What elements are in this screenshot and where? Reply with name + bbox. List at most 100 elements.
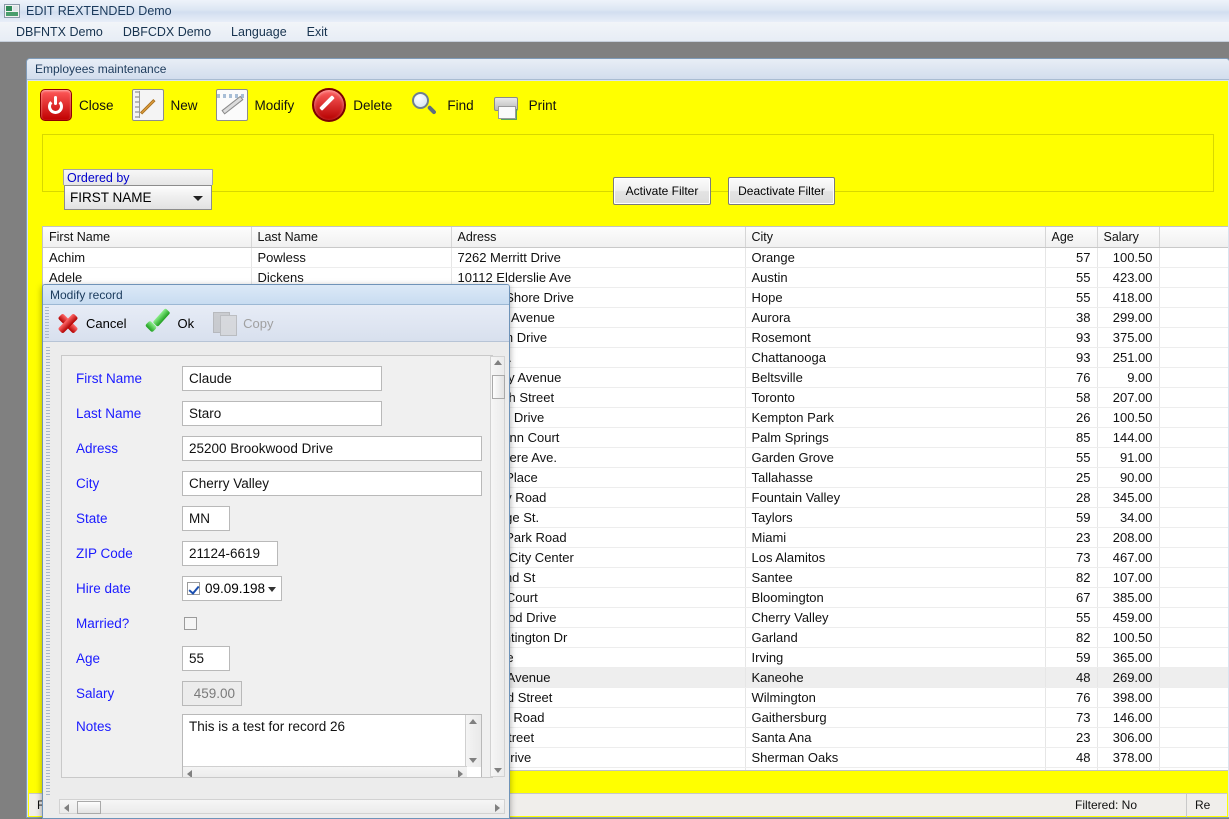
zip-code-field[interactable]: 21124-6619 <box>182 541 278 566</box>
cell-city: Sherman Oaks <box>745 747 1046 768</box>
cell-filler <box>1159 707 1228 728</box>
print-button[interactable]: Print <box>492 90 557 120</box>
menu-item-dbfcdx[interactable]: DBFCDX Demo <box>113 23 221 41</box>
copy-button-label: Copy <box>243 315 274 331</box>
menu-item-exit[interactable]: Exit <box>297 23 338 41</box>
cell-city: Taylors <box>745 507 1046 528</box>
hire-date-picker[interactable]: 09.09.198 <box>182 576 282 601</box>
column-header-age[interactable]: Age <box>1045 227 1098 248</box>
close-button[interactable]: Close <box>40 89 114 121</box>
cell-filler <box>1159 667 1228 688</box>
column-header-first-name[interactable]: First Name <box>43 227 252 248</box>
cell-city: Chattanooga <box>745 347 1046 368</box>
notes-textarea[interactable]: This is a test for record 26 <box>182 714 482 777</box>
activate-filter-button[interactable]: Activate Filter <box>613 177 711 205</box>
scrollbar-thumb[interactable] <box>492 375 505 399</box>
chevron-down-icon <box>193 196 203 201</box>
scroll-right-icon[interactable] <box>458 770 463 777</box>
cell-filler <box>1159 307 1228 328</box>
cell-salary: 467.00 <box>1097 547 1160 568</box>
cell-salary: 423.00 <box>1097 267 1160 288</box>
cell-filler <box>1159 287 1228 308</box>
state-field[interactable]: MN <box>182 506 230 531</box>
cell-salary: 90.00 <box>1097 467 1160 488</box>
cell-age: 57 <box>1045 247 1098 268</box>
dialog-horizontal-scrollbar[interactable] <box>59 799 505 814</box>
cell-age: 73 <box>1045 707 1098 728</box>
cell-age: 76 <box>1045 687 1098 708</box>
column-header-adress[interactable]: Adress <box>451 227 746 248</box>
scroll-left-icon[interactable] <box>64 804 69 812</box>
cell-city: Miami <box>745 527 1046 548</box>
notes-horizontal-scrollbar[interactable] <box>183 766 467 777</box>
married-checkbox[interactable] <box>184 617 197 630</box>
delete-button[interactable]: Delete <box>312 88 392 122</box>
age-field[interactable]: 55 <box>182 646 230 671</box>
print-button-label: Print <box>528 97 557 113</box>
column-header-last-name[interactable]: Last Name <box>251 227 452 248</box>
scroll-down-icon[interactable] <box>494 768 502 773</box>
chevron-down-icon[interactable] <box>268 587 276 592</box>
cell-salary: 100.50 <box>1097 627 1160 648</box>
cell-city: Orange <box>745 247 1046 268</box>
column-header-salary[interactable]: Salary <box>1097 227 1160 248</box>
scrollbar-thumb[interactable] <box>77 801 101 814</box>
scroll-up-icon[interactable] <box>469 719 477 724</box>
salary-label: Salary <box>76 686 115 701</box>
close-button-label: Close <box>79 97 114 113</box>
copy-button: Copy <box>212 311 274 336</box>
cell-city: Kaneohe <box>745 667 1046 688</box>
cell-city: Hope <box>745 287 1046 308</box>
cell-age: 82 <box>1045 627 1098 648</box>
first-name-field[interactable]: Claude <box>182 366 382 391</box>
cancel-button[interactable]: Cancel <box>55 311 126 335</box>
cell-city: Gaithersburg <box>745 707 1046 728</box>
deactivate-filter-button[interactable]: Deactivate Filter <box>728 177 835 205</box>
cell-filler <box>1159 487 1228 508</box>
cell-filler <box>1159 247 1228 268</box>
dialog-vertical-scrollbar[interactable] <box>490 356 505 777</box>
cell-salary: 378.00 <box>1097 747 1160 768</box>
ordered-by-dropdown[interactable]: FIRST NAME <box>64 185 212 210</box>
column-header-city[interactable]: City <box>745 227 1046 248</box>
cell-age: 55 <box>1045 607 1098 628</box>
notes-vertical-scrollbar[interactable] <box>465 715 481 767</box>
new-button[interactable]: New <box>131 89 198 121</box>
app-titlebar: EDIT REXTENDED Demo <box>0 0 1229 23</box>
last-name-field[interactable]: Staro <box>182 401 382 426</box>
scroll-up-icon[interactable] <box>494 360 502 365</box>
scroll-down-icon[interactable] <box>469 758 477 763</box>
cell-age: 55 <box>1045 267 1098 288</box>
cell-filler <box>1159 587 1228 608</box>
cell-salary: 146.00 <box>1097 707 1160 728</box>
cell-age: 23 <box>1045 527 1098 548</box>
cell-age: 76 <box>1045 367 1098 388</box>
scroll-right-icon[interactable] <box>495 804 500 812</box>
cell-filler <box>1159 387 1228 408</box>
cell-salary: 144.00 <box>1097 427 1160 448</box>
cell-city: Los Alamitos <box>745 547 1046 568</box>
cell-city: Toronto <box>745 387 1046 408</box>
table-row[interactable]: Achim Powless 7262 Merritt Drive Orange 57 10… <box>43 247 1228 268</box>
ok-button-label: Ok <box>177 315 195 331</box>
column-header-filler <box>1159 227 1228 248</box>
menu-item-dbfntx[interactable]: DBFNTX Demo <box>6 23 113 41</box>
cell-salary: 9.00 <box>1097 367 1160 388</box>
menu-item-language[interactable]: Language <box>221 23 297 41</box>
scroll-left-icon[interactable] <box>187 770 192 777</box>
cell-salary: 208.00 <box>1097 527 1160 548</box>
dialog-form: First Name Claude Last Name Staro Adress… <box>61 355 493 778</box>
adress-field[interactable]: 25200 Brookwood Drive <box>182 436 482 461</box>
cell-age: 55 <box>1045 287 1098 308</box>
cell-filler <box>1159 267 1228 288</box>
modify-button-label: Modify <box>254 97 295 113</box>
hire-date-checkbox[interactable] <box>187 582 200 595</box>
city-field[interactable]: Cherry Valley <box>182 471 482 496</box>
find-button[interactable]: Find <box>410 90 474 120</box>
cell-age: 55 <box>1045 447 1098 468</box>
modify-button[interactable]: Modify <box>215 89 295 121</box>
app-title: EDIT REXTENDED Demo <box>26 4 172 18</box>
cell-salary: 251.00 <box>1097 347 1160 368</box>
ok-button[interactable]: Ok <box>144 311 194 335</box>
cell-salary: 306.00 <box>1097 727 1160 748</box>
